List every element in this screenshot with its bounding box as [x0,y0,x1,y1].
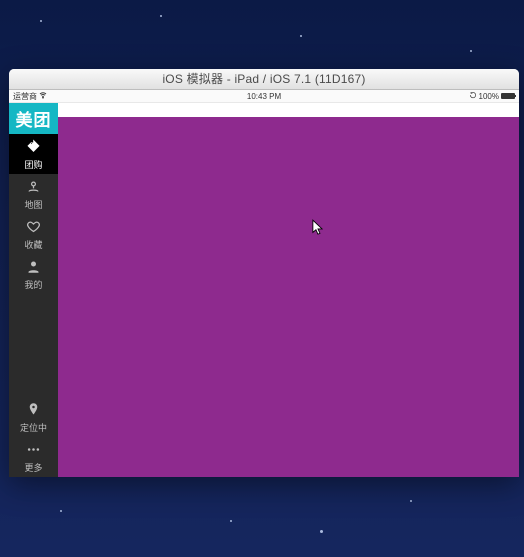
battery-percent: 100% [479,92,499,101]
desktop-star [160,15,162,17]
sidebar-item-locating[interactable]: 定位中 [9,397,58,437]
app-content-column [58,103,519,477]
sidebar-item-map[interactable]: 地图 [9,174,58,214]
sidebar-nav-top: 团购 地图 收藏 我的 [9,134,58,294]
desktop-star [40,20,42,22]
sidebar-item-label: 地图 [24,201,42,210]
sidebar-item-label: 我的 [24,281,42,290]
orientation-lock-icon [469,91,477,101]
sidebar-item-label: 收藏 [24,241,42,250]
ios-simulator-window: iOS 模拟器 - iPad / iOS 7.1 (11D167) 运营商 10… [9,69,519,477]
sidebar-item-groupbuy[interactable]: 团购 [9,134,58,174]
sidebar-spacer [9,294,58,397]
heart-icon [26,219,41,239]
desktop-star [300,35,302,37]
window-title: iOS 模拟器 - iPad / iOS 7.1 (11D167) [162,72,365,86]
sidebar-item-label: 更多 [24,464,42,473]
sidebar-item-favorites[interactable]: 收藏 [9,214,58,254]
desktop-star [470,50,472,52]
sidebar-item-label: 团购 [24,161,42,170]
sidebar-item-label: 定位中 [20,424,47,433]
app-logo[interactable]: 美团 [9,103,58,134]
map-pin-icon [26,179,41,199]
desktop-star [320,530,323,533]
desktop-star [60,510,62,512]
person-icon [26,259,41,279]
clock: 10:43 PM [9,92,519,101]
ios-status-bar: 运营商 10:43 PM 100% [9,90,519,103]
app-screen: 美团 团购 地图 收藏 [9,103,519,477]
tag-icon [26,139,41,159]
app-sidebar: 美团 团购 地图 收藏 [9,103,58,477]
desktop-star [230,520,232,522]
battery-icon [501,93,515,99]
sidebar-item-more[interactable]: 更多 [9,437,58,477]
sidebar-nav-bottom: 定位中 更多 [9,397,58,477]
sidebar-item-mine[interactable]: 我的 [9,254,58,294]
more-icon [26,442,41,462]
location-icon [26,402,41,422]
window-titlebar[interactable]: iOS 模拟器 - iPad / iOS 7.1 (11D167) [9,69,519,90]
carrier-label: 运营商 [13,91,37,102]
wifi-icon [39,91,47,101]
desktop-star [410,500,412,502]
main-content-area [58,117,519,477]
content-top-spacer [58,103,519,117]
